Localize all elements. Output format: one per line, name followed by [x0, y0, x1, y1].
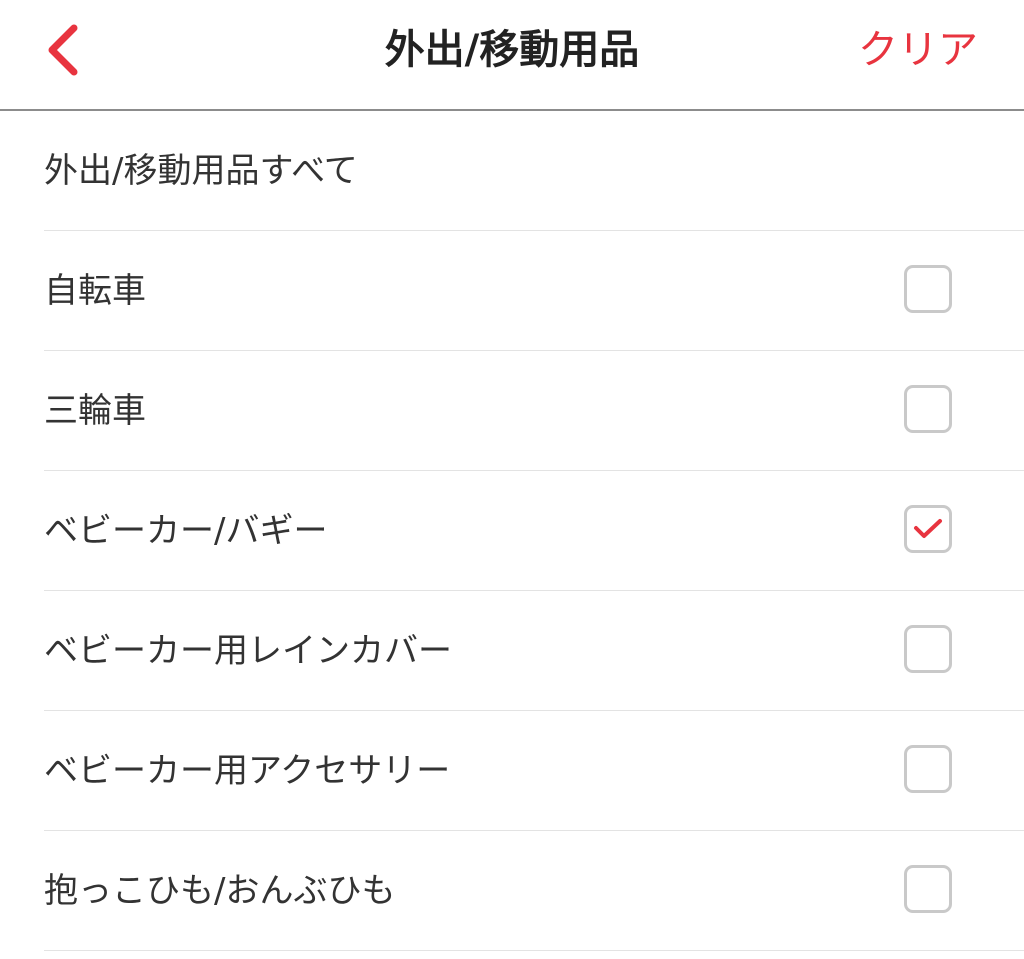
chevron-left-icon — [48, 24, 78, 76]
list-item[interactable]: 自転車 — [44, 231, 1024, 351]
list-item[interactable]: ベビーカー用レインカバー — [44, 591, 1024, 711]
back-button[interactable] — [30, 14, 100, 84]
list-item[interactable]: 三輪車 — [44, 351, 1024, 471]
checkbox[interactable] — [904, 745, 952, 793]
clear-button[interactable]: クリア — [858, 22, 978, 78]
header-bar: 外出/移動用品 クリア — [0, 0, 1024, 111]
list-item-label: ベビーカー/バギー — [44, 511, 328, 551]
list-item-label: 外出/移動用品すべて — [44, 151, 358, 191]
checkbox[interactable] — [904, 265, 952, 313]
list-item[interactable]: ベビーカー用アクセサリー — [44, 711, 1024, 831]
list-item[interactable]: ベビーカー/バギー — [44, 471, 1024, 591]
checkbox[interactable] — [904, 625, 952, 673]
list-item[interactable]: 抱っこひも/おんぶひも — [44, 831, 1024, 951]
list-item-label: 三輪車 — [44, 391, 146, 431]
checkbox[interactable] — [904, 865, 952, 913]
list-item-label: 自転車 — [44, 271, 146, 311]
checkmark-icon — [914, 519, 942, 538]
list-item-label: ベビーカー用レインカバー — [44, 631, 452, 671]
list-item-label: ベビーカー用アクセサリー — [44, 751, 451, 791]
checkbox[interactable] — [904, 505, 952, 553]
category-list: 外出/移動用品すべて 自転車 三輪車 ベビーカー/バギー ベビーカー用レインカバ… — [0, 111, 1024, 951]
checkbox[interactable] — [904, 385, 952, 433]
list-item-label: 抱っこひも/おんぶひも — [44, 871, 396, 911]
page-title: 外出/移動用品 — [384, 27, 640, 73]
list-item-all[interactable]: 外出/移動用品すべて — [44, 111, 1024, 231]
